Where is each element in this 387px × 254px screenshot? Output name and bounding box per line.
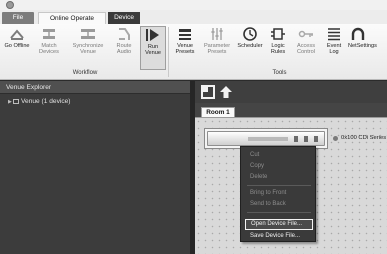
- workspace-toolbar: [195, 81, 387, 103]
- route-audio-label: Route Audio: [116, 43, 132, 56]
- tab-file[interactable]: File: [2, 12, 34, 24]
- device-front-slots: [248, 137, 288, 141]
- device-name-label: 0x100 CDi Series: [341, 135, 387, 141]
- logic-rules-button[interactable]: Logic Rules: [266, 26, 290, 70]
- amplifier-device-icon: [207, 131, 325, 146]
- device-knob: [314, 136, 318, 142]
- menu-item-bring-to-front[interactable]: Bring to Front: [245, 189, 313, 198]
- synchronize-venue-icon: [81, 29, 95, 39]
- venue-icon: [13, 99, 19, 104]
- route-audio-button[interactable]: Route Audio: [111, 26, 137, 70]
- ribbon-group-divider: [168, 27, 169, 77]
- up-arrow-icon[interactable]: [219, 85, 233, 99]
- event-log-button[interactable]: Event Log: [322, 26, 346, 70]
- scheduler-label: Scheduler: [237, 43, 263, 49]
- net-settings-icon: [351, 27, 365, 40]
- tab-device[interactable]: Device: [108, 12, 140, 24]
- tree-item-venue[interactable]: ▶ Venue (1 device): [0, 97, 190, 107]
- event-log-label: Event Log: [326, 43, 342, 56]
- run-venue-label: Run Venue: [145, 44, 161, 57]
- venue-explorer-pane: Venue Explorer ▶ Venue (1 device): [0, 81, 190, 254]
- event-log-icon: [328, 28, 340, 41]
- tools-group-label: Tools: [272, 70, 287, 76]
- net-settings-button[interactable]: NetSettings: [348, 26, 387, 70]
- layout-icon[interactable]: [201, 85, 215, 99]
- match-devices-icon: [43, 29, 55, 39]
- menu-item-cut[interactable]: Cut: [245, 151, 313, 160]
- match-devices-label: Match Devices: [39, 43, 59, 56]
- parameter-presets-icon: [211, 28, 223, 40]
- go-offline-button[interactable]: Go Offline: [4, 26, 30, 70]
- venue-presets-button[interactable]: Venue Presets: [172, 26, 198, 70]
- device-knob: [294, 136, 298, 142]
- venue-explorer-title: Venue Explorer: [0, 81, 190, 94]
- app-logo-icon[interactable]: [6, 1, 14, 9]
- workflow-group-label: Workflow: [72, 70, 98, 76]
- scheduler-icon: [243, 27, 257, 41]
- device-knob: [304, 136, 308, 142]
- run-venue-icon: [146, 29, 159, 41]
- venue-presets-label: Venue Presets: [175, 43, 195, 56]
- go-offline-icon: [10, 29, 24, 40]
- menu-item-copy[interactable]: Copy: [245, 162, 313, 171]
- context-menu: Cut Copy Delete Bring to Front Send to B…: [240, 146, 316, 242]
- tree-item-venue-label: Venue (1 device): [21, 98, 71, 105]
- route-audio-icon: [119, 28, 130, 40]
- title-bar: [0, 0, 387, 10]
- access-control-label: Access Control: [296, 43, 316, 56]
- venue-presets-icon: [179, 29, 191, 40]
- menu-separator: [247, 185, 311, 186]
- logic-rules-icon: [271, 28, 285, 40]
- parameter-presets-label: Parameter Presets: [203, 43, 231, 56]
- status-dot-icon: [333, 136, 338, 141]
- menu-item-open-device-file[interactable]: Open Device File...: [245, 219, 313, 230]
- tab-online-operate[interactable]: Online Operate: [38, 12, 106, 24]
- go-offline-label: Go Offline: [4, 43, 30, 49]
- menu-item-send-to-back[interactable]: Send to Back: [245, 200, 313, 209]
- net-settings-label: NetSettings: [348, 43, 377, 49]
- parameter-presets-button[interactable]: Parameter Presets: [200, 26, 234, 70]
- scheduler-button[interactable]: Scheduler: [236, 26, 264, 70]
- menu-separator: [247, 212, 311, 213]
- match-devices-button[interactable]: Match Devices: [36, 26, 62, 70]
- run-venue-button[interactable]: Run Venue: [140, 26, 166, 70]
- logic-rules-label: Logic Rules: [270, 43, 286, 56]
- menu-item-delete[interactable]: Delete: [245, 173, 313, 182]
- ribbon-tab-row: File Online Operate Device: [0, 10, 387, 24]
- ribbon: Go Offline Match Devices Synchronize Ven…: [0, 24, 387, 80]
- access-control-icon: [298, 30, 313, 38]
- synchronize-venue-label: Synchronize Venue: [72, 43, 104, 56]
- access-control-button[interactable]: Access Control: [292, 26, 320, 70]
- menu-item-save-device-file[interactable]: Save Device File...: [245, 232, 313, 241]
- synchronize-venue-button[interactable]: Synchronize Venue: [68, 26, 108, 70]
